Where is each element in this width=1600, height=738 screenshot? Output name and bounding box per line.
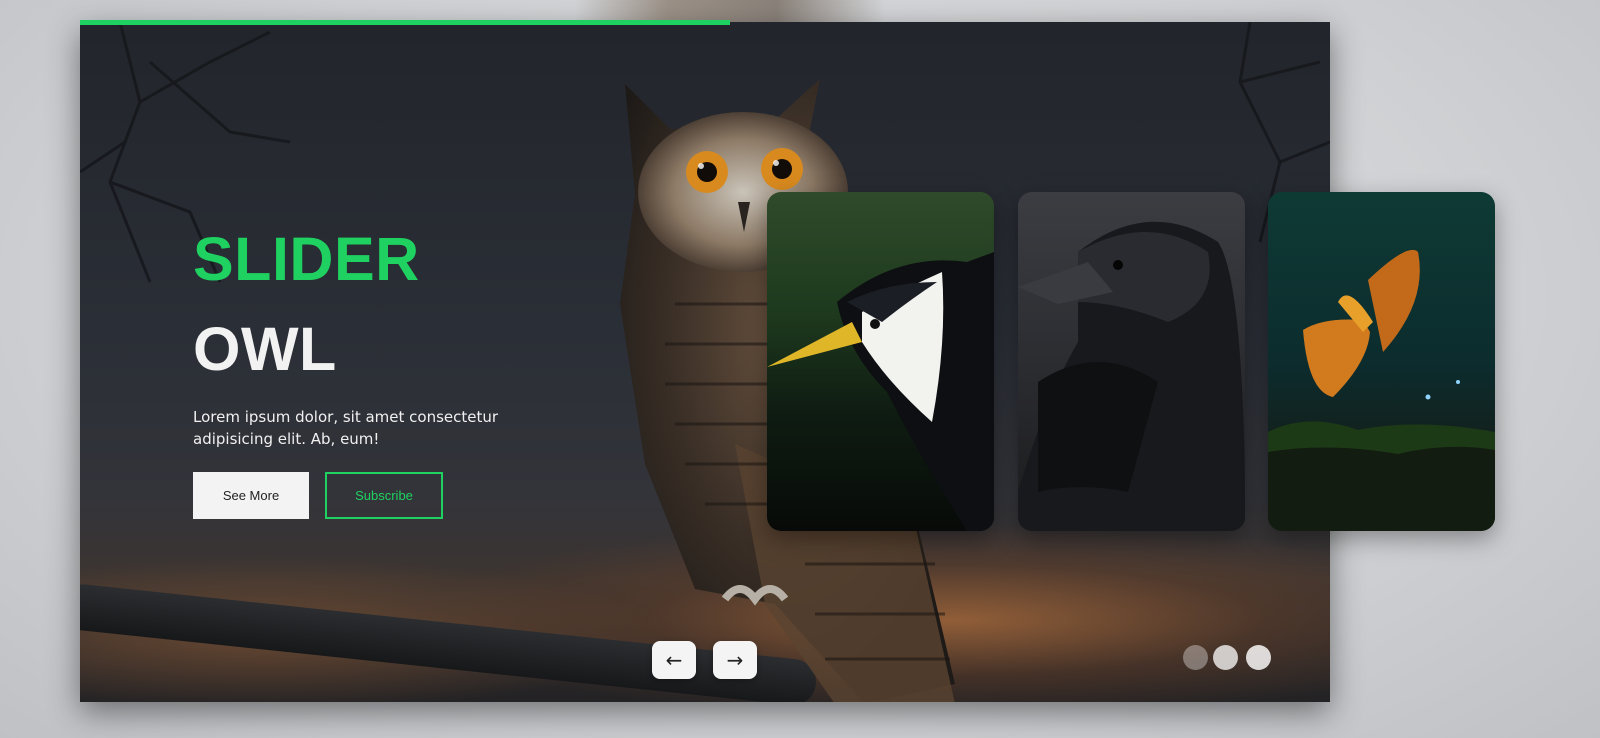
hero-content: SLIDER OWL Lorem ipsum dolor, sit amet c…: [193, 228, 553, 519]
hero-title-line-1: SLIDER: [193, 225, 420, 293]
hero-title-line-2: OWL: [193, 315, 337, 383]
thumbnail-card-bird[interactable]: [767, 192, 994, 531]
decorative-dot: [1246, 645, 1271, 670]
prev-slide-button[interactable]: ←: [652, 641, 696, 679]
decorative-dot: [1183, 645, 1208, 670]
bird-image: [767, 252, 994, 531]
background-image-peek: [575, 0, 885, 22]
arrow-left-icon: ←: [665, 648, 683, 672]
decorative-dot: [1213, 645, 1238, 670]
thumbnail-card-butterfly[interactable]: [1268, 192, 1495, 531]
hero-buttons: See More Subscribe: [193, 472, 553, 519]
subscribe-button[interactable]: Subscribe: [325, 472, 443, 519]
hero-description: Lorem ipsum dolor, sit amet consectetur …: [193, 408, 499, 448]
see-more-button[interactable]: See More: [193, 472, 309, 519]
butterfly-image: [1268, 249, 1495, 531]
crow-image: [1018, 221, 1245, 531]
arrow-right-icon: →: [726, 648, 744, 672]
next-slide-button[interactable]: →: [713, 641, 757, 679]
slide-progress-bar: [80, 20, 730, 25]
thumbnail-card-crow[interactable]: [1018, 192, 1245, 531]
